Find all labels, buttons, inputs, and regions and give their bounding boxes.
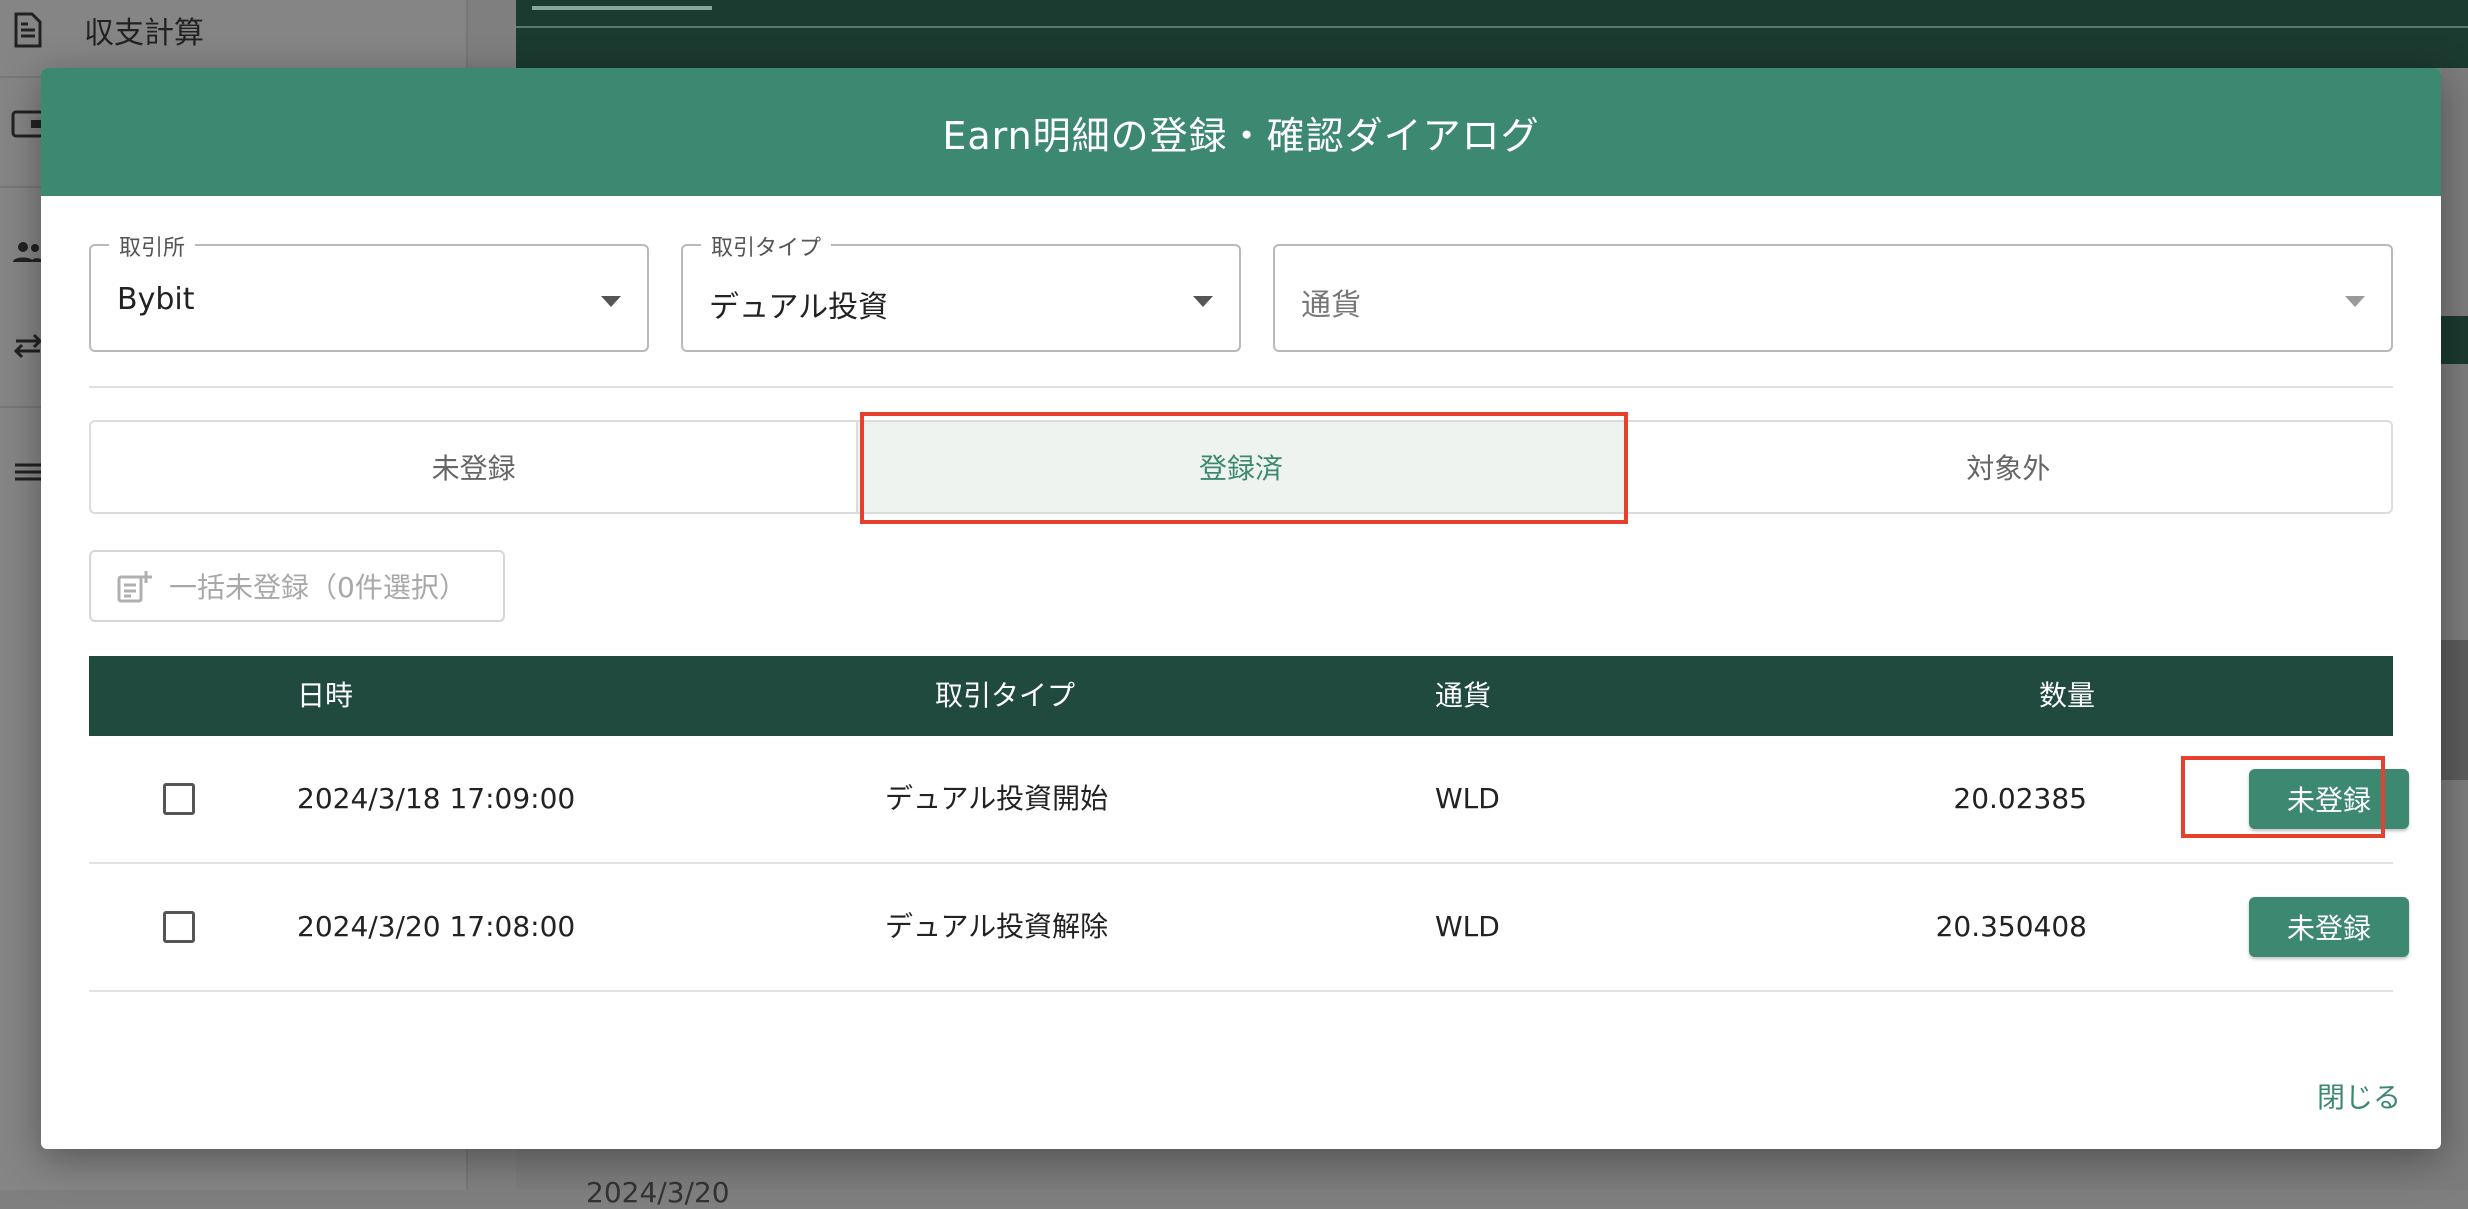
tab-excluded[interactable]: 対象外	[1626, 422, 2391, 512]
background-divider	[516, 26, 2468, 28]
cell-type: デュアル投資開始	[885, 782, 1109, 815]
transaction-type-select-label: 取引タイプ	[701, 230, 832, 262]
column-header-type[interactable]: 取引タイプ	[935, 656, 1075, 736]
table-header: 日時 取引タイプ 通貨 数量	[89, 656, 2393, 736]
playlist-add-icon	[117, 567, 155, 605]
background-tab-indicator	[532, 6, 712, 10]
chevron-down-icon	[2345, 296, 2365, 307]
earn-table: 日時 取引タイプ 通貨 数量 2024/3/18 17:09:00 デュアル投資…	[89, 656, 2409, 992]
document-icon	[8, 10, 48, 50]
table-row: 2024/3/20 17:08:00 デュアル投資解除 WLD 20.35040…	[89, 864, 2409, 992]
unregister-button[interactable]: 未登録	[2249, 769, 2409, 829]
currency-select[interactable]: 通貨	[1273, 244, 2393, 352]
sidebar-item-income-calc: 収支計算	[0, 8, 204, 52]
cell-currency: WLD	[1435, 910, 1500, 943]
background-header	[516, 0, 2468, 68]
close-button[interactable]: 閉じる	[2317, 1076, 2401, 1116]
exchange-select-value: Bybit	[117, 282, 195, 317]
cell-datetime: 2024/3/20 17:08:00	[297, 910, 576, 943]
column-header-currency[interactable]: 通貨	[1435, 656, 1491, 736]
currency-select-placeholder: 通貨	[1301, 288, 1361, 323]
exchange-select-label: 取引所	[109, 230, 196, 262]
transaction-type-select-value: デュアル投資	[709, 290, 889, 325]
background-date-text: 2024/3/20	[586, 1176, 730, 1209]
status-tabs: 未登録 登録済 対象外	[89, 420, 2393, 514]
cell-currency: WLD	[1435, 782, 1500, 815]
table-row: 2024/3/18 17:09:00 デュアル投資開始 WLD 20.02385…	[89, 736, 2409, 864]
background-scrollbar	[2440, 640, 2468, 780]
column-header-datetime[interactable]: 日時	[297, 656, 353, 736]
cell-datetime: 2024/3/18 17:09:00	[297, 782, 576, 815]
sidebar-item-label: 収支計算	[84, 16, 204, 51]
cell-amount: 20.350408	[1935, 910, 2087, 943]
chevron-down-icon	[1193, 296, 1213, 307]
earn-detail-dialog: Earn明細の登録・確認ダイアログ 取引所 Bybit 取引タイプ デュアル投資…	[41, 68, 2441, 1149]
unregister-button[interactable]: 未登録	[2249, 897, 2409, 957]
row-checkbox[interactable]	[163, 911, 195, 943]
tab-unregistered[interactable]: 未登録	[91, 422, 856, 512]
exchange-select[interactable]: 取引所 Bybit	[89, 230, 649, 352]
column-header-amount[interactable]: 数量	[2039, 656, 2095, 736]
bulk-unregister-label: 一括未登録（0件選択）	[169, 571, 467, 604]
cell-amount: 20.02385	[1953, 782, 2087, 815]
filter-divider	[89, 386, 2393, 388]
transaction-type-select[interactable]: 取引タイプ デュアル投資	[681, 230, 1241, 352]
dialog-header: Earn明細の登録・確認ダイアログ	[41, 68, 2441, 196]
background-panel	[2440, 316, 2468, 364]
dialog-title: Earn明細の登録・確認ダイアログ	[942, 113, 1540, 158]
chevron-down-icon	[601, 296, 621, 307]
cell-type: デュアル投資解除	[885, 910, 1109, 943]
bulk-unregister-button[interactable]: 一括未登録（0件選択）	[89, 550, 505, 622]
row-checkbox[interactable]	[163, 783, 195, 815]
tab-registered[interactable]: 登録済	[856, 422, 1626, 512]
